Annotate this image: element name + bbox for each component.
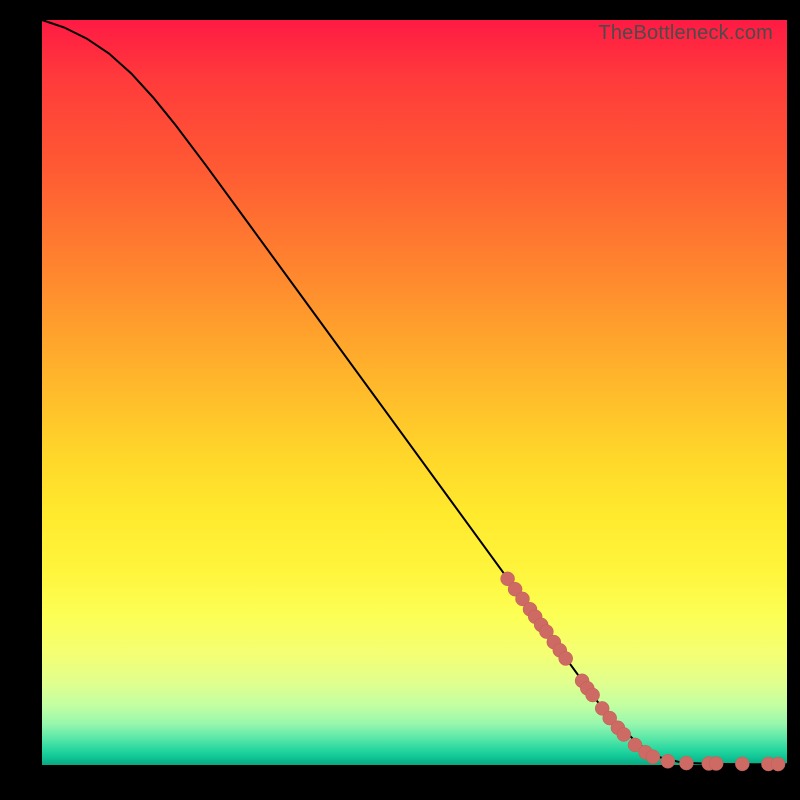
- plot-area: TheBottleneck.com: [42, 20, 787, 765]
- data-point: [559, 652, 573, 666]
- data-point: [771, 757, 785, 771]
- chart-overlay: [42, 20, 787, 765]
- data-point: [586, 688, 600, 702]
- marker-group: [501, 572, 785, 771]
- data-point: [735, 757, 749, 771]
- chart-frame: TheBottleneck.com: [0, 0, 800, 800]
- data-point: [617, 728, 631, 742]
- data-point: [679, 756, 693, 770]
- data-point: [646, 750, 660, 764]
- data-point: [661, 754, 675, 768]
- data-point: [709, 757, 723, 771]
- bottleneck-curve: [42, 20, 787, 764]
